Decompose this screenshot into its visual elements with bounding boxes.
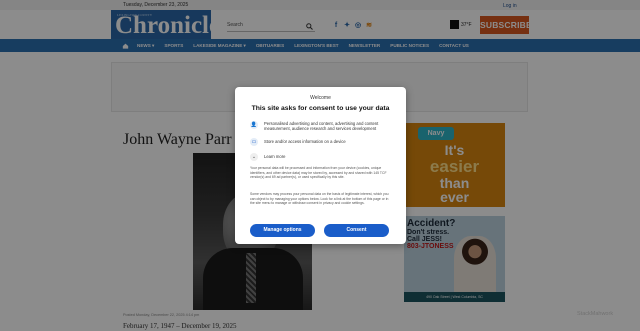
- device-icon: ▭: [250, 138, 258, 146]
- consent-paragraph: Some vendors may process your personal d…: [250, 192, 389, 205]
- consent-dialog: Welcome This site asks for consent to us…: [235, 87, 406, 244]
- manage-options-button[interactable]: Manage options: [250, 224, 315, 237]
- learn-more-toggle[interactable]: Learn more: [264, 154, 285, 159]
- chevron-down-icon[interactable]: ⌄: [250, 153, 258, 161]
- person-icon: 👤: [250, 121, 258, 129]
- consent-button[interactable]: Consent: [324, 224, 389, 237]
- consent-paragraph: Your personal data will be processed and…: [250, 166, 387, 179]
- purpose-text: Store and/or access information on a dev…: [264, 139, 346, 144]
- purpose-text: Personalised advertising and content, ad…: [264, 121, 379, 131]
- dialog-welcome: Welcome: [310, 95, 331, 101]
- dialog-title: This site asks for consent to use your d…: [251, 105, 390, 112]
